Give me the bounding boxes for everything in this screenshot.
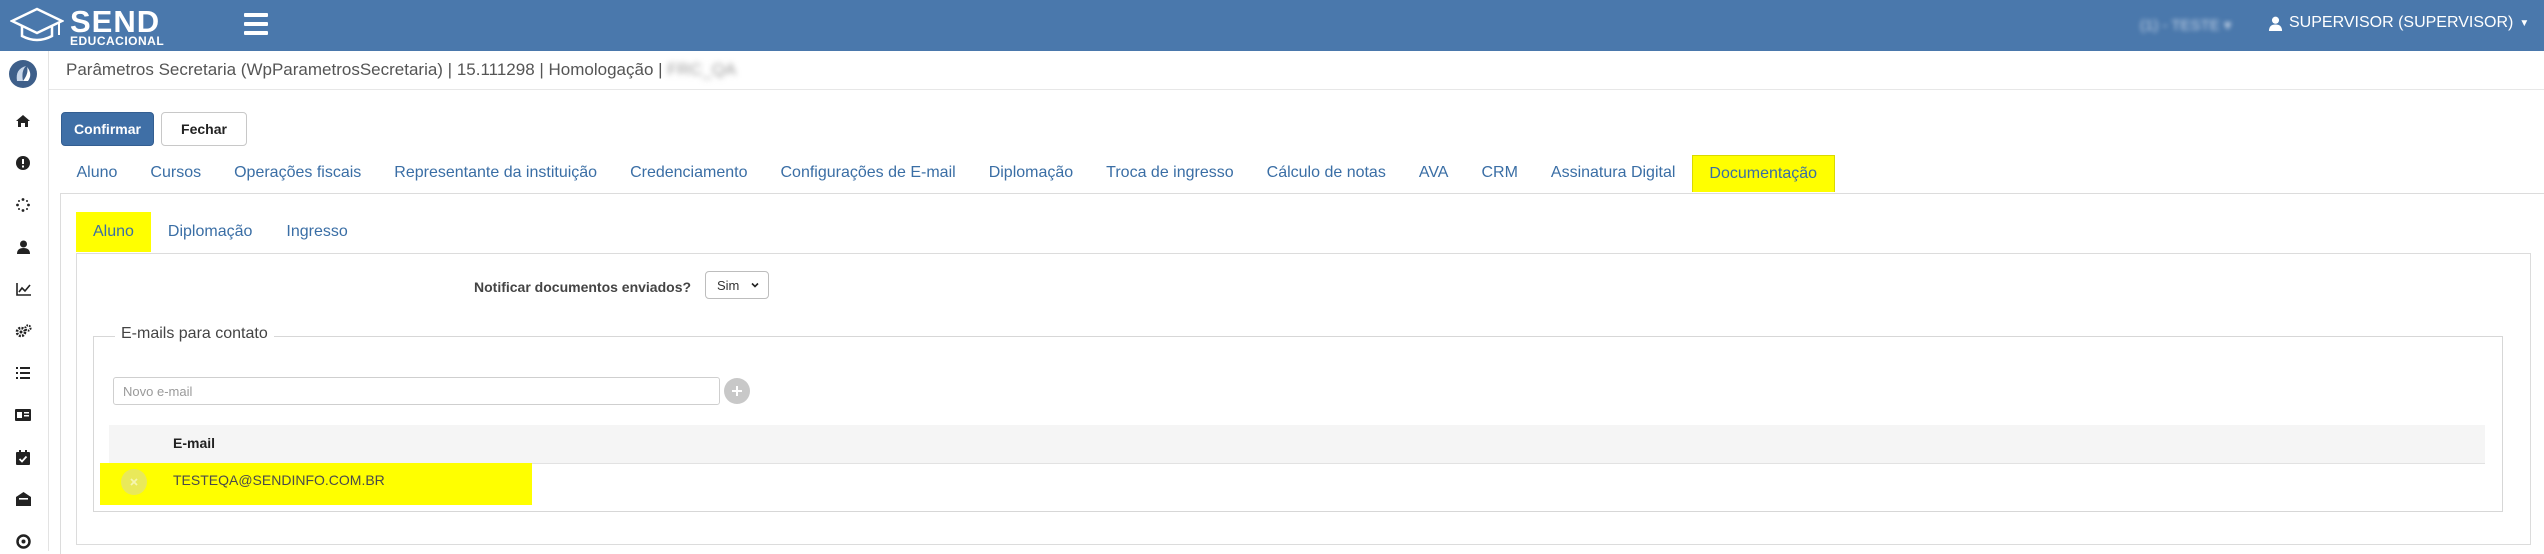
calendar-check-icon[interactable] xyxy=(13,447,33,467)
inbox-icon[interactable] xyxy=(13,489,33,509)
notify-documents-value: Sim xyxy=(717,277,740,293)
chevron-down-icon xyxy=(751,282,759,288)
confirm-button[interactable]: Confirmar xyxy=(61,112,154,146)
page-title-text: Parâmetros Secretaria (WpParametrosSecre… xyxy=(66,60,663,79)
tab-configuracoes-email[interactable]: Configurações de E-mail xyxy=(764,155,972,191)
close-button[interactable]: Fechar xyxy=(161,112,247,146)
add-email-button[interactable] xyxy=(724,378,750,404)
top-navbar: SEND EDUCACIONAL (1) - TESTE ▾ SUPERVISO… xyxy=(0,0,2544,51)
email-cell: TESTEQA@SENDINFO.COM.BR xyxy=(173,472,385,488)
tab-calculo-notas[interactable]: Cálculo de notas xyxy=(1250,155,1402,191)
user-menu[interactable]: SUPERVISOR (SUPERVISOR) ▼ xyxy=(2268,14,2529,32)
user-icon[interactable] xyxy=(13,237,33,257)
tab-ava[interactable]: AVA xyxy=(1402,155,1465,191)
spinner-icon[interactable] xyxy=(13,195,33,215)
remove-email-button[interactable] xyxy=(121,469,147,495)
sub-tabs: Aluno Diplomação Ingresso xyxy=(76,212,365,252)
home-icon[interactable] xyxy=(13,111,33,131)
tab-assinatura-digital[interactable]: Assinatura Digital xyxy=(1534,155,1692,191)
support-icon[interactable] xyxy=(13,531,33,551)
brand-subtitle: EDUCACIONAL xyxy=(70,33,165,48)
new-email-input[interactable] xyxy=(113,377,720,405)
page-title: Parâmetros Secretaria (WpParametrosSecre… xyxy=(66,60,736,80)
tab-cursos[interactable]: Cursos xyxy=(134,155,218,191)
hamburger-menu-icon[interactable] xyxy=(244,13,268,35)
tab-aluno[interactable]: Aluno xyxy=(60,155,134,191)
graduation-cap-icon xyxy=(10,7,64,42)
chart-icon[interactable] xyxy=(13,279,33,299)
left-sidebar xyxy=(0,51,49,551)
tab-operacoes-fiscais[interactable]: Operações fiscais xyxy=(218,155,378,191)
id-card-icon[interactable] xyxy=(13,405,33,425)
tab-documentacao[interactable]: Documentação xyxy=(1691,155,1835,192)
subtab-aluno[interactable]: Aluno xyxy=(76,212,151,252)
tab-representante[interactable]: Representante da instituição xyxy=(378,155,614,191)
subtab-diplomacao[interactable]: Diplomação xyxy=(151,212,269,252)
emails-legend: E-mails para contato xyxy=(115,325,274,343)
app-logo-icon[interactable] xyxy=(8,59,38,89)
page-title-suffix: FRC_QA xyxy=(667,60,737,79)
brand-name: SEND xyxy=(70,3,161,39)
user-icon xyxy=(2268,16,2283,31)
notify-documents-select[interactable]: Sim xyxy=(705,271,769,299)
brand-logo[interactable]: SEND EDUCACIONAL xyxy=(10,4,164,48)
tab-credenciamento[interactable]: Credenciamento xyxy=(614,155,764,191)
user-label: SUPERVISOR (SUPERVISOR) xyxy=(2289,14,2514,31)
main-tabs: Aluno Cursos Operações fiscais Represent… xyxy=(60,155,1835,192)
tab-troca-ingresso[interactable]: Troca de ingresso xyxy=(1090,155,1250,191)
header-divider xyxy=(49,89,2544,90)
tenant-label: (1) - TESTE xyxy=(2140,17,2220,34)
tenant-menu[interactable]: (1) - TESTE ▾ xyxy=(2140,16,2231,34)
tab-crm[interactable]: CRM xyxy=(1465,155,1534,191)
column-header-email: E-mail xyxy=(173,435,216,451)
gears-icon[interactable] xyxy=(13,321,33,341)
notify-documents-label: Notificar documentos enviados? xyxy=(474,279,692,295)
plus-icon xyxy=(732,386,742,396)
tab-diplomacao[interactable]: Diplomação xyxy=(972,155,1089,191)
caret-down-icon: ▼ xyxy=(2519,17,2530,29)
info-icon[interactable] xyxy=(13,153,33,173)
close-icon xyxy=(130,478,138,486)
subtab-ingresso[interactable]: Ingresso xyxy=(269,212,364,252)
list-icon[interactable] xyxy=(13,363,33,383)
emails-table-header xyxy=(109,425,2485,464)
